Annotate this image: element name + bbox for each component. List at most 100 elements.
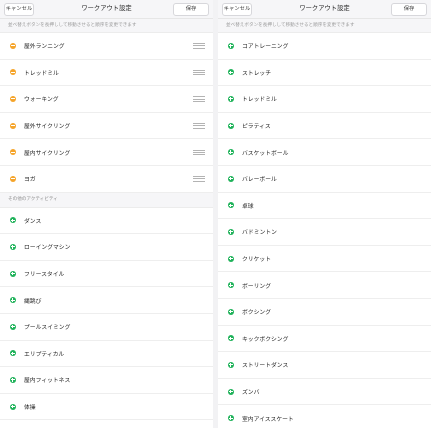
minus-circle-icon[interactable] [10, 95, 16, 102]
minus-circle-icon[interactable] [10, 149, 16, 156]
list-item[interactable]: ウォーキング [0, 86, 213, 113]
other-activities-list: ダンスローイングマシン フリースタイル 縄跳びプールスイミング エリプティカル 屋内フィ… [0, 207, 213, 428]
list-item-label: ストレッチ [242, 70, 271, 77]
save-button[interactable]: 保存 [173, 3, 209, 16]
plus-circle-icon[interactable] [10, 297, 16, 304]
list-item-label: トレッドミル [242, 97, 277, 104]
list-item[interactable]: エリプティカル [0, 340, 213, 368]
list-item-label: ボクシング [242, 310, 271, 317]
list-item[interactable]: HIIT [0, 420, 213, 428]
list-item-label: 屋内サイクリング [24, 150, 71, 157]
list-item[interactable]: ボクシング [218, 298, 431, 326]
list-item-label: プールスイミング [24, 325, 71, 332]
minus-circle-icon[interactable] [10, 175, 16, 182]
list-item-label: 屋外ランニング [24, 44, 65, 51]
list-item[interactable]: バスケットボール [218, 139, 431, 166]
drag-handle-icon[interactable] [193, 69, 205, 76]
plus-circle-icon[interactable] [228, 175, 234, 182]
list-item-label: 屋外サイクリング [24, 124, 71, 131]
list-item[interactable]: 屋内サイクリング [0, 139, 213, 166]
list-item[interactable]: 室内アイススケート [218, 405, 431, 428]
plus-circle-icon[interactable] [228, 282, 234, 289]
list-item-label: エリプティカル [24, 351, 65, 358]
list-item-label: 体操 [24, 405, 36, 412]
active-workouts-list: 屋外ランニング トレッドミル ウォーキング屋外サイクリング 屋内サイクリング ヨガ [0, 33, 213, 193]
list-item[interactable]: コアトレーニング [218, 33, 431, 60]
list-item-label: ウォーキング [24, 97, 59, 104]
list-item-label: ヨガ [24, 177, 36, 184]
list-item[interactable]: バレーボール [218, 165, 431, 193]
list-item-label: ズンバ [242, 390, 260, 397]
plus-circle-icon[interactable] [10, 243, 16, 250]
list-item[interactable]: 屋内フィットネス [0, 367, 213, 394]
list-item[interactable]: クリケット [218, 245, 431, 273]
drag-handle-icon[interactable] [193, 96, 205, 102]
minus-circle-icon[interactable] [10, 42, 16, 49]
list-item-label: ピラティス [242, 124, 271, 131]
list-item-label: トレッドミル [24, 70, 59, 77]
nav-bar: キャンセル ワークアウト設定 保存 [218, 0, 431, 19]
minus-circle-icon[interactable] [10, 122, 16, 129]
list-item[interactable]: ストリートダンス [218, 352, 431, 379]
list-item[interactable]: ズンバ [218, 378, 431, 406]
plus-circle-icon[interactable] [228, 335, 234, 342]
list-item-label: 縄跳び [24, 298, 42, 305]
drag-handle-icon[interactable] [193, 122, 205, 129]
plus-circle-icon[interactable] [228, 95, 234, 102]
plus-circle-icon[interactable] [228, 149, 234, 156]
save-button[interactable]: 保存 [391, 3, 427, 16]
plus-circle-icon[interactable] [10, 270, 16, 277]
list-item[interactable]: 体操 [0, 393, 213, 421]
list-item[interactable]: 屋外ランニング [0, 33, 213, 60]
list-item[interactable]: バドミントン [218, 219, 431, 246]
list-item[interactable]: トレッドミル [0, 59, 213, 87]
drag-handle-icon[interactable] [193, 43, 205, 49]
plus-circle-icon[interactable] [228, 42, 234, 49]
drag-handle-icon[interactable] [193, 176, 205, 182]
plus-circle-icon[interactable] [228, 122, 234, 129]
plus-circle-icon[interactable] [228, 361, 234, 368]
list-item-label: 屋内フィットネス [24, 378, 71, 385]
plus-circle-icon[interactable] [10, 350, 16, 357]
list-item[interactable]: ヨガ [0, 165, 213, 193]
plus-circle-icon[interactable] [228, 228, 234, 235]
list-item[interactable]: プールスイミング [0, 313, 213, 341]
list-item-label: コアトレーニング [242, 44, 289, 51]
minus-circle-icon[interactable] [10, 69, 16, 76]
list-item-label: クリケット [242, 257, 271, 264]
list-item[interactable]: ピラティス [218, 112, 431, 140]
list-item[interactable]: ストレッチ [218, 59, 431, 87]
plus-circle-icon[interactable] [10, 323, 16, 330]
list-item[interactable]: 卓球 [218, 192, 431, 220]
plus-circle-icon[interactable] [10, 403, 16, 410]
list-item-label: 卓球 [242, 203, 254, 210]
drag-handle-icon[interactable] [193, 149, 205, 155]
list-item-label: ローイングマシン [24, 245, 71, 252]
plus-circle-icon[interactable] [10, 217, 16, 224]
list-item-label: 室内アイススケート [242, 416, 294, 423]
list-item[interactable]: ローイングマシン [0, 234, 213, 261]
list-item[interactable]: ボーリング [218, 272, 431, 299]
list-item-label: バレーボール [242, 177, 277, 184]
plus-circle-icon[interactable] [228, 69, 234, 76]
list-item[interactable]: キックボクシング [218, 325, 431, 353]
workout-settings-panel-left: キャンセル ワークアウト設定 保存 並べ替えボタンを長押しして移動させると順序を… [0, 0, 213, 428]
workout-settings-panel-right: キャンセル ワークアウト設定 保存 並べ替えボタンを長押しして移動させると順序を… [218, 0, 431, 428]
plus-circle-icon[interactable] [228, 388, 234, 395]
plus-circle-icon[interactable] [10, 376, 16, 383]
plus-circle-icon[interactable] [228, 255, 234, 262]
list-item[interactable]: トレッドミル [218, 86, 431, 113]
list-item[interactable]: フリースタイル [0, 260, 213, 288]
reorder-hint: 並べ替えボタンを長押しして移動させると順序を変更できます [218, 19, 431, 33]
plus-circle-icon[interactable] [228, 202, 234, 209]
list-item[interactable]: 屋外サイクリング [0, 112, 213, 140]
list-item[interactable]: 縄跳び [0, 287, 213, 314]
list-item-label: フリースタイル [24, 272, 65, 279]
list-item-label: ストリートダンス [242, 363, 289, 370]
list-item[interactable]: ダンス [0, 207, 213, 235]
list-item-label: バスケットボール [242, 150, 289, 157]
list-item-label: ボーリング [242, 283, 271, 290]
plus-circle-icon[interactable] [228, 308, 234, 315]
plus-circle-icon[interactable] [228, 415, 234, 422]
other-activities-header: その他のアクティビティ [0, 192, 213, 208]
